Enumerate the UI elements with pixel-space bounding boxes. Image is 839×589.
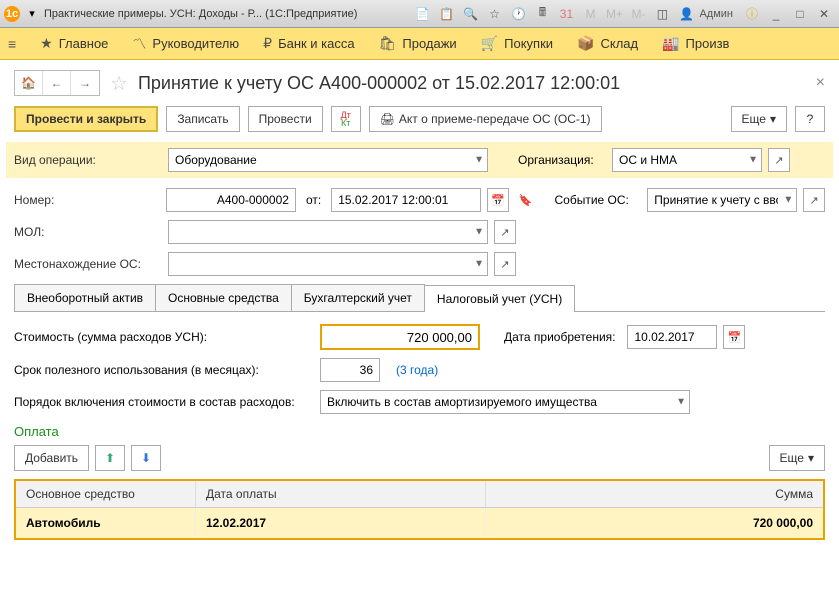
number-label: Номер: [14, 193, 160, 207]
cell-date: 12.02.2017 [196, 508, 486, 538]
maximize-icon[interactable]: □ [789, 4, 811, 24]
calendar-icon[interactable]: 31 [555, 4, 577, 24]
cell-sum: 720 000,00 [486, 508, 823, 538]
calendar-icon[interactable]: 📅 [723, 325, 745, 349]
page-header: 🏠 ← → ☆ Принятие к учету ОС А400-000002 … [0, 60, 839, 102]
post-and-close-button[interactable]: Провести и закрыть [14, 106, 158, 132]
post-button[interactable]: Провести [248, 106, 323, 132]
toolbar-icon[interactable]: 📋 [435, 4, 457, 24]
col-asset[interactable]: Основное средство [16, 481, 196, 507]
history-icon[interactable]: 🕐 [507, 4, 529, 24]
operation-label: Вид операции: [14, 153, 162, 167]
main-menu: ≡ ★Главное 〽Руководителю ₽Банк и касса 🛍… [0, 28, 839, 60]
calculator-icon[interactable]: 🖩 [531, 4, 553, 24]
dropdown-icon[interactable]: ▾ [24, 6, 40, 22]
menu-bank[interactable]: ₽Банк и касса [263, 35, 354, 52]
date-input[interactable] [331, 188, 481, 212]
cell-asset: Автомобиль [16, 508, 196, 538]
m-minus-icon[interactable]: M- [627, 4, 649, 24]
favorite-icon[interactable]: ☆ [483, 4, 505, 24]
toolbar-icon[interactable]: 📄 [411, 4, 433, 24]
life-input[interactable] [320, 358, 380, 382]
org-select[interactable] [612, 148, 762, 172]
user-icon[interactable]: 👤 [675, 4, 697, 24]
menu-production[interactable]: 🏭Произв [662, 35, 729, 52]
page-title: Принятие к учету ОС А400-000002 от 15.02… [138, 73, 806, 94]
life-label: Срок полезного использования (в месяцах)… [14, 363, 314, 377]
help-button[interactable]: ? [795, 106, 825, 132]
date-label: от: [306, 193, 321, 207]
event-select[interactable] [647, 188, 797, 212]
user-name: Админ [699, 8, 733, 20]
loc-label: Местонахождение ОС: [14, 257, 162, 271]
open-icon[interactable]: ↗ [494, 252, 516, 276]
close-icon[interactable]: ✕ [813, 4, 835, 24]
toolbar-icon[interactable]: 🔍 [459, 4, 481, 24]
tab-accounting[interactable]: Бухгалтерский учет [291, 284, 425, 311]
print-icon: 🖨 [380, 112, 395, 126]
dtkt-button[interactable]: ДтКт [331, 106, 361, 132]
menu-toggle[interactable]: ≡ [8, 36, 16, 52]
minimize-icon[interactable]: _ [765, 4, 787, 24]
print-act-button[interactable]: 🖨Акт о приеме-передаче ОС (ОС-1) [369, 106, 602, 132]
move-down-button[interactable]: ⬇ [131, 445, 161, 471]
open-icon[interactable]: ↗ [803, 188, 825, 212]
tabs: Внеоборотный актив Основные средства Бух… [14, 284, 825, 312]
tab-asset[interactable]: Внеоборотный актив [14, 284, 156, 311]
more-button[interactable]: Еще ▾ [731, 106, 787, 132]
m-plus-icon[interactable]: M+ [603, 4, 625, 24]
titlebar: 1c ▾ Практические примеры. УСН: Доходы -… [0, 0, 839, 28]
org-label: Организация: [518, 153, 606, 167]
col-date[interactable]: Дата оплаты [196, 481, 486, 507]
command-bar: Провести и закрыть Записать Провести ДтК… [0, 102, 839, 142]
menu-purchases[interactable]: 🛒Покупки [481, 35, 553, 52]
mol-select[interactable] [168, 220, 488, 244]
move-up-button[interactable]: ⬆ [95, 445, 125, 471]
acq-date-label: Дата приобретения: [504, 330, 615, 344]
cost-label: Стоимость (сумма расходов УСН): [14, 330, 314, 344]
forward-icon[interactable]: → [71, 71, 99, 95]
add-button[interactable]: Добавить [14, 445, 89, 471]
home-icon[interactable]: 🏠 [15, 71, 43, 95]
menu-sales[interactable]: 🛍Продажи [379, 35, 457, 52]
incl-select[interactable] [320, 390, 690, 414]
close-page-icon[interactable]: × [816, 74, 825, 92]
info-icon[interactable]: ⓘ [741, 4, 763, 24]
operation-select[interactable] [168, 148, 488, 172]
incl-label: Порядок включения стоимости в состав рас… [14, 395, 314, 409]
mol-label: МОЛ: [14, 225, 162, 239]
col-sum[interactable]: Сумма [486, 481, 823, 507]
acq-date-input[interactable] [627, 325, 717, 349]
table-more-button[interactable]: Еще ▾ [769, 445, 825, 471]
number-input[interactable] [166, 188, 296, 212]
event-label: Событие ОС: [555, 193, 642, 207]
back-icon[interactable]: ← [43, 71, 71, 95]
m-icon[interactable]: M [579, 4, 601, 24]
flag-icon[interactable]: 🔖 [515, 188, 537, 212]
open-icon[interactable]: ↗ [768, 148, 790, 172]
loc-select[interactable] [168, 252, 488, 276]
menu-warehouse[interactable]: 📦Склад [577, 35, 638, 52]
app-icon: 1c [4, 6, 20, 22]
open-icon[interactable]: ↗ [494, 220, 516, 244]
calendar-icon[interactable]: 📅 [487, 188, 509, 212]
menu-main[interactable]: ★Главное [40, 35, 108, 52]
layout-icon[interactable]: ◫ [651, 4, 673, 24]
cost-input[interactable] [320, 324, 480, 350]
payment-table: Основное средство Дата оплаты Сумма Авто… [14, 479, 825, 540]
life-note-link[interactable]: (3 года) [396, 363, 438, 377]
table-row[interactable]: Автомобиль 12.02.2017 720 000,00 [16, 508, 823, 538]
window-title: Практические примеры. УСН: Доходы - Р...… [44, 8, 407, 20]
tab-fixed-assets[interactable]: Основные средства [155, 284, 292, 311]
star-icon[interactable]: ☆ [110, 71, 128, 96]
tab-usn[interactable]: Налоговый учет (УСН) [424, 285, 575, 312]
menu-manager[interactable]: 〽Руководителю [132, 34, 239, 54]
save-button[interactable]: Записать [166, 106, 239, 132]
payment-title: Оплата [14, 424, 825, 439]
